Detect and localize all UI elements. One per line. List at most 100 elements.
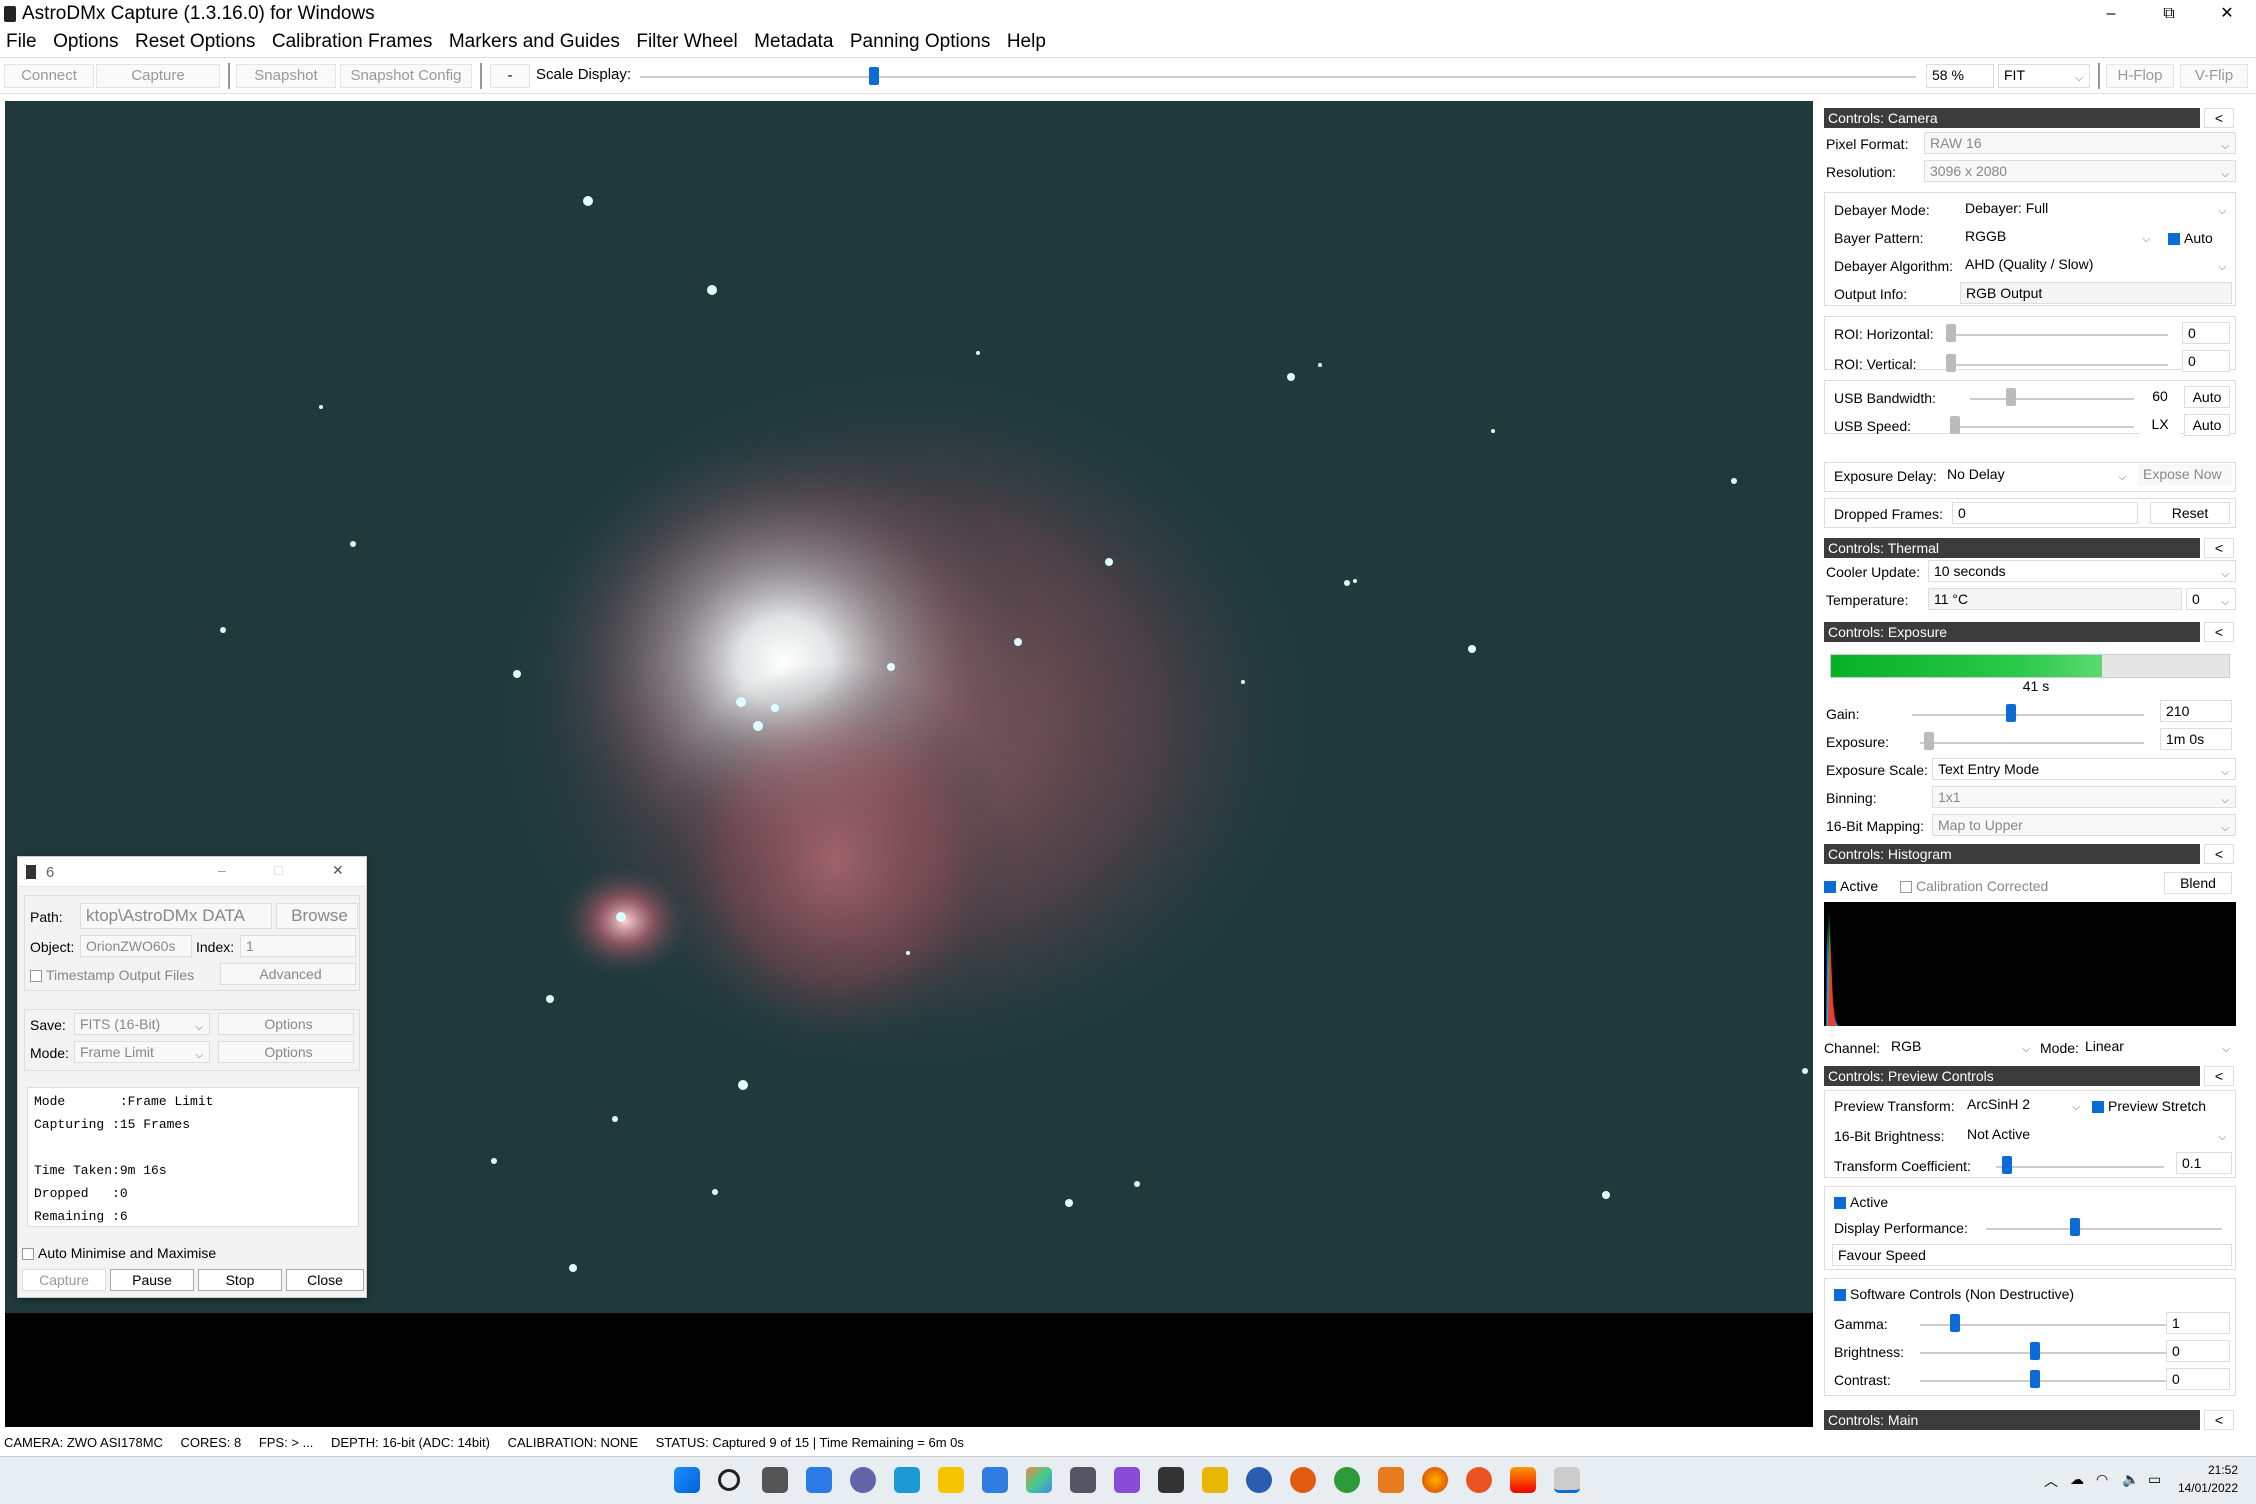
save-format-dropdown[interactable]: FITS (16-Bit) ⌵ bbox=[74, 1013, 210, 1035]
gain-field[interactable]: 210 bbox=[2160, 700, 2232, 722]
exposure-section-header[interactable]: Controls: Exposure bbox=[1824, 622, 2200, 642]
app-icon-slides[interactable] bbox=[1510, 1467, 1536, 1493]
save-options-button[interactable]: Options bbox=[218, 1013, 354, 1035]
folder-icon[interactable] bbox=[938, 1467, 964, 1493]
exposure-collapse-button[interactable]: < bbox=[2204, 622, 2234, 642]
roi-horizontal-field[interactable]: 0 bbox=[2182, 322, 2230, 344]
gamma-field[interactable]: 1 bbox=[2166, 1312, 2230, 1334]
close-button[interactable]: ✕ bbox=[2198, 0, 2256, 30]
app-icon-affinity[interactable] bbox=[1114, 1467, 1140, 1493]
debayer-mode-dropdown[interactable]: Debayer: Full ⌵ bbox=[1960, 198, 2232, 220]
menu-markers-guides[interactable]: Markers and Guides bbox=[443, 30, 626, 54]
gain-slider[interactable] bbox=[1912, 714, 2144, 716]
menu-metadata[interactable]: Metadata bbox=[748, 30, 839, 54]
app-icon-paint[interactable] bbox=[1202, 1467, 1228, 1493]
blend-button[interactable]: Blend bbox=[2164, 872, 2232, 894]
preview-transform-dropdown[interactable]: ArcSinH 2 ⌵ bbox=[1962, 1094, 2086, 1116]
vflip-button[interactable]: V-Flip bbox=[2180, 64, 2248, 88]
preview-section-header[interactable]: Controls: Preview Controls bbox=[1824, 1066, 2200, 1086]
histogram-section-header[interactable]: Controls: Histogram bbox=[1824, 844, 2200, 864]
roi-horizontal-thumb[interactable] bbox=[1946, 324, 1956, 342]
usb-speed-thumb[interactable] bbox=[1950, 416, 1960, 434]
snapshot-button[interactable]: Snapshot bbox=[236, 64, 336, 88]
histogram-mode-dropdown[interactable]: Linear ⌵ bbox=[2080, 1036, 2236, 1058]
brightness16-dropdown[interactable]: Not Active ⌵ bbox=[1962, 1124, 2232, 1146]
timestamp-checkbox[interactable]: Timestamp Output Files bbox=[30, 967, 194, 983]
bayer-auto-checkbox[interactable]: Auto bbox=[2168, 230, 2213, 246]
usb-speed-slider[interactable] bbox=[1950, 426, 2134, 428]
software-controls-checkbox[interactable]: Software Controls (Non Destructive) bbox=[1834, 1286, 2074, 1302]
exposure-scale-dropdown[interactable]: Text Entry Mode ⌵ bbox=[1932, 758, 2236, 780]
temperature-setpoint[interactable]: 0 ⌵ bbox=[2186, 588, 2236, 610]
main-section-header[interactable]: Controls: Main bbox=[1824, 1410, 2200, 1430]
resolution-dropdown[interactable]: 3096 x 2080 ⌵ bbox=[1924, 160, 2236, 182]
gamma-slider-thumb[interactable] bbox=[1950, 1314, 1960, 1332]
restore-button[interactable]: ⧉ bbox=[2140, 0, 2198, 30]
app-icon-capture[interactable] bbox=[1158, 1467, 1184, 1493]
menu-file[interactable]: File bbox=[0, 30, 43, 54]
dialog-close-button[interactable]: ✕ bbox=[332, 862, 344, 879]
main-collapse-button[interactable]: < bbox=[2204, 1410, 2234, 1430]
scale-value-field[interactable]: 58 % bbox=[1926, 64, 1994, 88]
app-icon-settings[interactable] bbox=[1378, 1467, 1404, 1493]
search-icon[interactable] bbox=[718, 1469, 740, 1491]
app-icon-g[interactable] bbox=[1290, 1467, 1316, 1493]
dialog-close-action-button[interactable]: Close bbox=[286, 1269, 364, 1291]
dialog-maximize-button[interactable]: □ bbox=[274, 862, 282, 878]
firefox-icon[interactable] bbox=[1422, 1467, 1448, 1493]
capture-button[interactable]: Capture bbox=[96, 64, 220, 88]
contrast-field[interactable]: 0 bbox=[2166, 1368, 2230, 1390]
pixel-format-dropdown[interactable]: RAW 16 ⌵ bbox=[1924, 132, 2236, 154]
transform-coefficient-thumb[interactable] bbox=[2002, 1156, 2012, 1174]
preview-stretch-checkbox[interactable]: Preview Stretch bbox=[2092, 1098, 2206, 1114]
menu-filter-wheel[interactable]: Filter Wheel bbox=[630, 30, 743, 54]
menu-reset-options[interactable]: Reset Options bbox=[129, 30, 261, 54]
tray-chevron-up-icon[interactable]: ︿ bbox=[2044, 1471, 2058, 1491]
mode-dropdown[interactable]: Frame Limit ⌵ bbox=[74, 1041, 210, 1063]
brightness-slider[interactable] bbox=[1920, 1352, 2170, 1354]
task-view-icon[interactable] bbox=[762, 1467, 788, 1493]
roi-vertical-thumb[interactable] bbox=[1946, 354, 1956, 372]
menu-calibration-frames[interactable]: Calibration Frames bbox=[266, 30, 439, 54]
gain-slider-thumb[interactable] bbox=[2006, 704, 2016, 722]
display-performance-thumb[interactable] bbox=[2070, 1218, 2080, 1236]
channel-dropdown[interactable]: RGB ⌵ bbox=[1886, 1036, 2036, 1058]
connect-button[interactable]: Connect bbox=[4, 64, 94, 88]
snapshot-config-button[interactable]: Snapshot Config bbox=[340, 64, 472, 88]
bayer-pattern-dropdown[interactable]: RGGB ⌵ bbox=[1960, 226, 2156, 248]
cooler-update-dropdown[interactable]: 10 seconds ⌵ bbox=[1928, 560, 2236, 582]
index-field[interactable]: 1 bbox=[240, 935, 356, 957]
start-icon[interactable] bbox=[674, 1467, 700, 1493]
roi-horizontal-slider[interactable] bbox=[1946, 334, 2168, 336]
roi-vertical-field[interactable]: 0 bbox=[2182, 350, 2230, 372]
calibration-corrected-checkbox[interactable]: Calibration Corrected bbox=[1900, 878, 2048, 894]
transform-coefficient-slider[interactable] bbox=[1996, 1166, 2164, 1168]
expose-now-button[interactable]: Expose Now bbox=[2138, 464, 2232, 486]
thermal-section-header[interactable]: Controls: Thermal bbox=[1824, 538, 2200, 558]
hflip-button[interactable]: H-Flop bbox=[2106, 64, 2174, 88]
camera-collapse-button[interactable]: < bbox=[2204, 108, 2234, 128]
mode-options-button[interactable]: Options bbox=[218, 1041, 354, 1063]
store-icon[interactable] bbox=[1026, 1467, 1052, 1493]
dialog-capture-button[interactable]: Capture bbox=[22, 1269, 106, 1291]
brightness-slider-thumb[interactable] bbox=[2030, 1342, 2040, 1360]
brightness-field[interactable]: 0 bbox=[2166, 1340, 2230, 1362]
astrodmx-taskbar-icon[interactable] bbox=[1554, 1467, 1580, 1493]
usb-bandwidth-thumb[interactable] bbox=[2006, 388, 2016, 406]
menu-options[interactable]: Options bbox=[47, 30, 124, 54]
path-field[interactable]: ktop\AstroDMx DATA bbox=[80, 903, 272, 929]
exposure-field[interactable]: 1m 0s bbox=[2160, 728, 2232, 750]
debayer-algorithm-dropdown[interactable]: AHD (Quality / Slow) ⌵ bbox=[1960, 254, 2232, 276]
exposure-slider[interactable] bbox=[1920, 742, 2144, 744]
contrast-slider[interactable] bbox=[1920, 1380, 2170, 1382]
transform-coefficient-field[interactable]: 0.1 bbox=[2176, 1152, 2232, 1174]
notepad-icon[interactable] bbox=[982, 1467, 1008, 1493]
advanced-button[interactable]: Advanced bbox=[220, 963, 356, 985]
stop-button[interactable]: Stop bbox=[198, 1269, 282, 1291]
menu-panning-options[interactable]: Panning Options bbox=[844, 30, 997, 54]
contrast-slider-thumb[interactable] bbox=[2030, 1370, 2040, 1388]
binning-dropdown[interactable]: 1x1 ⌵ bbox=[1932, 786, 2236, 808]
display-performance-slider[interactable] bbox=[1986, 1228, 2222, 1230]
scale-slider-track[interactable] bbox=[640, 76, 1916, 78]
chat-icon[interactable] bbox=[850, 1467, 876, 1493]
